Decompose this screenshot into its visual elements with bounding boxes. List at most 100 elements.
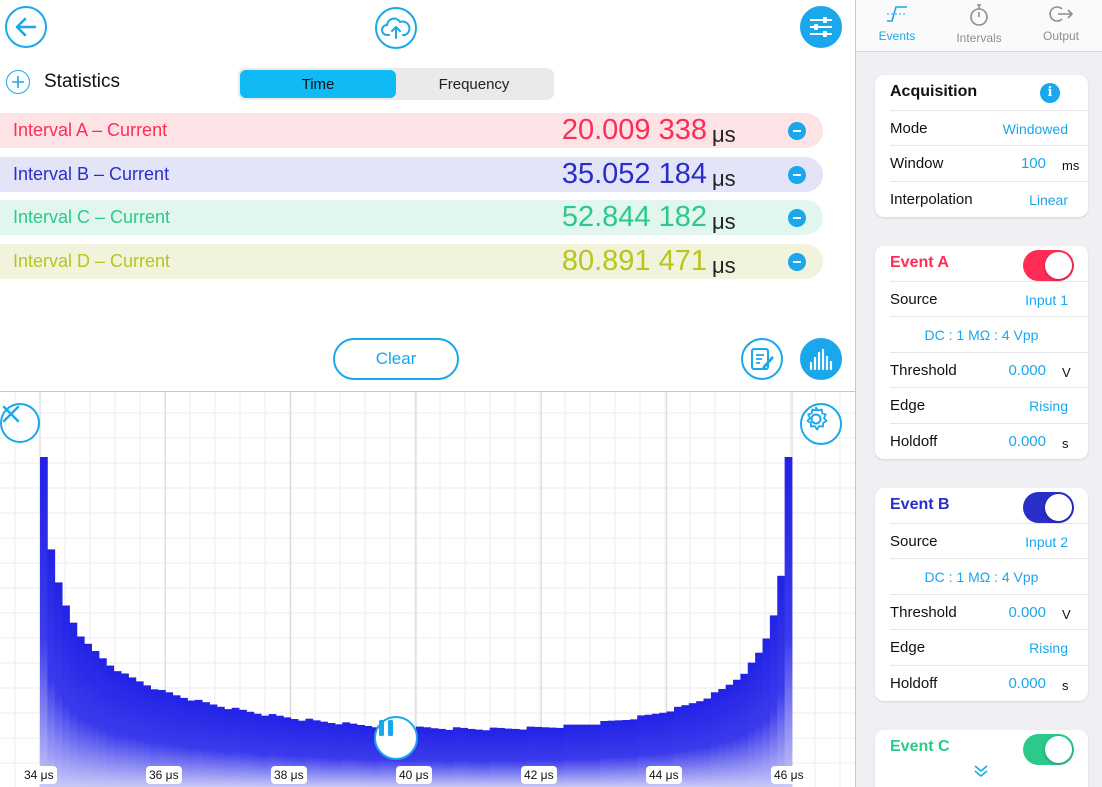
histogram-bar	[578, 724, 586, 787]
histogram-bar	[187, 700, 196, 787]
histogram-bar	[585, 724, 594, 787]
event-a-header-row: Event A	[890, 246, 1088, 282]
mode-value[interactable]: Windowed	[1003, 121, 1068, 137]
add-statistic-icon[interactable]	[6, 70, 30, 94]
remove-icon[interactable]	[788, 166, 806, 184]
info-icon[interactable]: i	[1040, 83, 1060, 103]
event-b-toggle[interactable]	[1023, 492, 1074, 523]
histogram-bar	[91, 651, 100, 787]
histogram-bar	[696, 701, 704, 787]
event-c-toggle[interactable]	[1023, 734, 1074, 765]
histogram-bar	[784, 457, 793, 787]
histogram-bar	[349, 723, 358, 787]
coupling-value[interactable]: DC : 1 MΩ : 4 Vpp	[875, 569, 1088, 585]
histogram-bar	[194, 699, 203, 787]
panel-tab-bar: Events Intervals Output	[856, 0, 1102, 52]
window-row[interactable]: Window 100 ms	[890, 146, 1088, 182]
histogram-bar	[113, 671, 122, 787]
threshold-label: Threshold	[890, 361, 957, 379]
time-frequency-segmented-control: Time Frequency	[238, 68, 554, 100]
remove-icon[interactable]	[788, 253, 806, 271]
histogram-bar	[445, 729, 454, 787]
segment-frequency[interactable]: Frequency	[396, 70, 552, 98]
settings-sliders-button[interactable]	[800, 6, 842, 48]
plot-settings-button[interactable]	[800, 403, 842, 445]
coupling-row[interactable]: DC : 1 MΩ : 4 Vpp	[890, 559, 1088, 595]
interval-label: Interval B – Current	[13, 164, 170, 184]
source-row[interactable]: Source Input 2	[890, 524, 1088, 559]
edge-row[interactable]: Edge Rising	[890, 630, 1088, 666]
pause-button[interactable]	[374, 716, 418, 760]
pause-icon	[379, 720, 393, 736]
main-area: Statistics Time Frequency Interval A – C…	[0, 0, 855, 787]
histogram-bar	[202, 702, 210, 787]
histogram-bar	[452, 727, 461, 787]
holdoff-row[interactable]: Holdoff 0.000 s	[890, 424, 1088, 460]
event-a-toggle[interactable]	[1023, 250, 1074, 281]
back-button[interactable]	[5, 6, 47, 48]
histogram-bar	[489, 727, 498, 787]
histogram-icon	[809, 348, 833, 371]
histogram-bar	[40, 457, 48, 787]
histogram-bar	[570, 724, 579, 787]
source-row[interactable]: Source Input 1	[890, 282, 1088, 317]
window-value[interactable]: 100	[1021, 155, 1046, 172]
histogram-bar	[600, 721, 609, 787]
histogram-bar	[47, 549, 56, 787]
remove-icon[interactable]	[788, 209, 806, 227]
interval-row-c: Interval C – Current 52.844 182 μs	[0, 200, 823, 235]
holdoff-unit: s	[1062, 677, 1069, 693]
source-value[interactable]: Input 2	[1025, 534, 1068, 550]
interpolation-value[interactable]: Linear	[1029, 192, 1068, 208]
histogram-bar	[342, 722, 351, 787]
stopwatch-icon	[970, 4, 988, 26]
source-value[interactable]: Input 1	[1025, 292, 1068, 308]
histogram-bar	[762, 638, 771, 787]
histogram-bar	[607, 720, 616, 787]
event-c-header-row: Event C	[890, 730, 1088, 766]
coupling-row[interactable]: DC : 1 MΩ : 4 Vpp	[890, 317, 1088, 353]
threshold-value[interactable]: 0.000	[1008, 362, 1046, 379]
interpolation-row[interactable]: Interpolation Linear	[890, 182, 1088, 218]
tab-events[interactable]: Events	[856, 0, 938, 51]
histogram-bar	[497, 727, 505, 787]
mode-row[interactable]: Mode Windowed	[890, 111, 1088, 146]
histogram-bar	[62, 605, 70, 787]
interval-row-a: Interval A – Current 20.009 338 μs	[0, 113, 823, 148]
histogram-bar	[467, 728, 476, 787]
threshold-value[interactable]: 0.000	[1008, 604, 1046, 621]
remove-icon[interactable]	[788, 122, 806, 140]
histogram-bar	[622, 720, 631, 787]
interval-unit: μs	[712, 209, 736, 234]
holdoff-value[interactable]: 0.000	[1008, 433, 1046, 450]
edge-row[interactable]: Edge Rising	[890, 388, 1088, 424]
interval-row-d: Interval D – Current 80.891 471 μs	[0, 244, 823, 279]
close-icon	[2, 405, 20, 423]
histogram-button[interactable]	[800, 338, 842, 380]
threshold-row[interactable]: Threshold 0.000 V	[890, 353, 1088, 388]
clear-button[interactable]: Clear	[333, 338, 459, 380]
holdoff-row[interactable]: Holdoff 0.000 s	[890, 666, 1088, 702]
histogram-bar	[84, 643, 93, 787]
close-plot-button[interactable]	[0, 403, 40, 443]
upload-button[interactable]	[375, 7, 417, 49]
interval-unit: μs	[712, 166, 736, 191]
threshold-row[interactable]: Threshold 0.000 V	[890, 595, 1088, 630]
histogram-bar	[703, 698, 712, 787]
tab-output[interactable]: Output	[1020, 0, 1102, 51]
event-a-title: Event A	[890, 254, 949, 271]
interval-value: 80.891 471	[561, 245, 707, 277]
acquisition-header-row: Acquisition i	[890, 75, 1088, 111]
chevron-down-icon[interactable]	[973, 764, 989, 778]
tab-intervals[interactable]: Intervals	[938, 0, 1020, 51]
notes-button[interactable]	[741, 338, 783, 380]
event-a-card: Event A Source Input 1 DC : 1 MΩ : 4 Vpp…	[875, 246, 1088, 459]
interval-value: 20.009 338	[561, 114, 707, 146]
histogram-bar	[312, 720, 321, 787]
edge-value[interactable]: Rising	[1029, 640, 1068, 656]
coupling-value[interactable]: DC : 1 MΩ : 4 Vpp	[875, 327, 1088, 343]
edge-value[interactable]: Rising	[1029, 398, 1068, 414]
segment-time[interactable]: Time	[240, 70, 396, 98]
holdoff-value[interactable]: 0.000	[1008, 675, 1046, 692]
histogram-bar	[755, 652, 763, 787]
